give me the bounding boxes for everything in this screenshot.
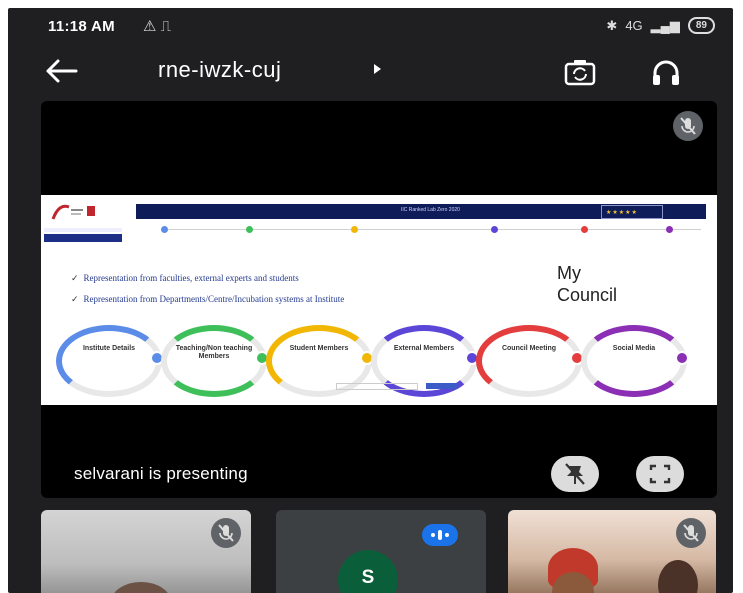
unpin-icon[interactable] <box>551 456 599 492</box>
participant-tile-2[interactable]: S <box>276 510 486 593</box>
council-step-2: Teaching/Non teaching Members <box>161 325 269 397</box>
slide-field <box>336 383 418 390</box>
rating-stars: ★★★★★ <box>601 205 663 219</box>
council-step-label: Social Media <box>612 345 656 352</box>
meeting-info-arrow-icon[interactable] <box>374 64 381 74</box>
steps-line <box>161 229 701 230</box>
slide-buttons <box>336 383 476 390</box>
progress-step-dot <box>246 226 253 233</box>
shared-slide: IIC Ranked Lab Zero 2020 ★★★★★ ✓ Represen… <box>41 195 717 405</box>
presenting-label: selvarani is presenting <box>74 464 248 483</box>
mic-off-icon <box>676 518 706 548</box>
council-step-label: External Members <box>393 345 455 352</box>
progress-step-dot <box>666 226 673 233</box>
council-step-label: Institute Details <box>82 345 136 352</box>
meeting-code[interactable]: rne-iwzk-cuj <box>158 57 281 83</box>
bullet-item: ✓ Representation from faculties, external… <box>71 273 299 283</box>
council-step-6: Social Media <box>581 325 689 397</box>
avatar: S <box>338 550 398 593</box>
progress-step-dot <box>491 226 498 233</box>
slide-heading: My Council <box>557 263 618 305</box>
participant-face-2 <box>658 560 698 593</box>
sidebar-active-item <box>44 234 122 242</box>
status-right: ✱ 4G ▂▄▆ 89 <box>606 17 715 34</box>
check-icon: ✓ <box>71 273 79 283</box>
status-time: 11:18 AM <box>48 18 115 35</box>
bluetooth-icon: ✱ <box>606 17 618 33</box>
slide-sidebar <box>44 228 124 242</box>
meet-screen: 11:18 AM ⚠ ⎍ ✱ 4G ▂▄▆ 89 rne-iwzk-cuj II… <box>8 8 733 593</box>
participant-tile-1[interactable] <box>41 510 251 593</box>
slide-title-bar: IIC Ranked Lab Zero 2020 ★★★★★ <box>136 204 706 219</box>
progress-steps <box>161 225 701 235</box>
back-arrow-icon[interactable] <box>42 56 82 86</box>
participant-video <box>111 582 171 593</box>
slide-bar-title: IIC Ranked Lab Zero 2020 <box>401 207 460 213</box>
council-step-label: Teaching/Non teaching Members <box>175 345 253 360</box>
bullet-item: ✓ Representation from Departments/Centre/… <box>71 294 345 304</box>
headphones-icon[interactable] <box>649 58 683 88</box>
star-icon: ★★★★★ <box>606 210 638 216</box>
switch-camera-icon[interactable] <box>563 56 597 88</box>
mic-off-icon <box>673 111 703 141</box>
council-step-label: Council Meeting <box>501 345 557 352</box>
mic-off-icon <box>211 518 241 548</box>
battery-icon: 89 <box>687 17 715 34</box>
signal-icon: ▂▄▆ <box>650 17 680 33</box>
status-bar: 11:18 AM ⚠ ⎍ ✱ 4G ▂▄▆ 89 <box>8 8 733 46</box>
iic-logo <box>51 201 97 223</box>
step-dot-icon <box>675 351 689 365</box>
network-label: 4G <box>625 18 643 33</box>
slide-submit <box>426 383 458 389</box>
progress-step-dot <box>581 226 588 233</box>
council-step-5: Council Meeting <box>476 325 584 397</box>
progress-step-dot <box>351 226 358 233</box>
council-step-1: Institute Details <box>56 325 164 397</box>
sidebar-line <box>44 228 122 232</box>
check-icon: ✓ <box>71 294 79 304</box>
fullscreen-icon[interactable] <box>636 456 684 492</box>
notification-icons: ⚠ ⎍ <box>143 18 172 35</box>
council-step-label: Student Members <box>289 345 349 352</box>
slide-header: IIC Ranked Lab Zero 2020 ★★★★★ <box>41 201 717 223</box>
participant-tile-3[interactable] <box>508 510 716 593</box>
meeting-top-bar: rne-iwzk-cuj <box>8 48 733 98</box>
presentation-stage[interactable]: IIC Ranked Lab Zero 2020 ★★★★★ ✓ Represen… <box>41 101 717 498</box>
progress-step-dot <box>161 226 168 233</box>
speaking-indicator-icon <box>422 524 458 546</box>
slide-bullets: ✓ Representation from faculties, external… <box>71 273 344 315</box>
